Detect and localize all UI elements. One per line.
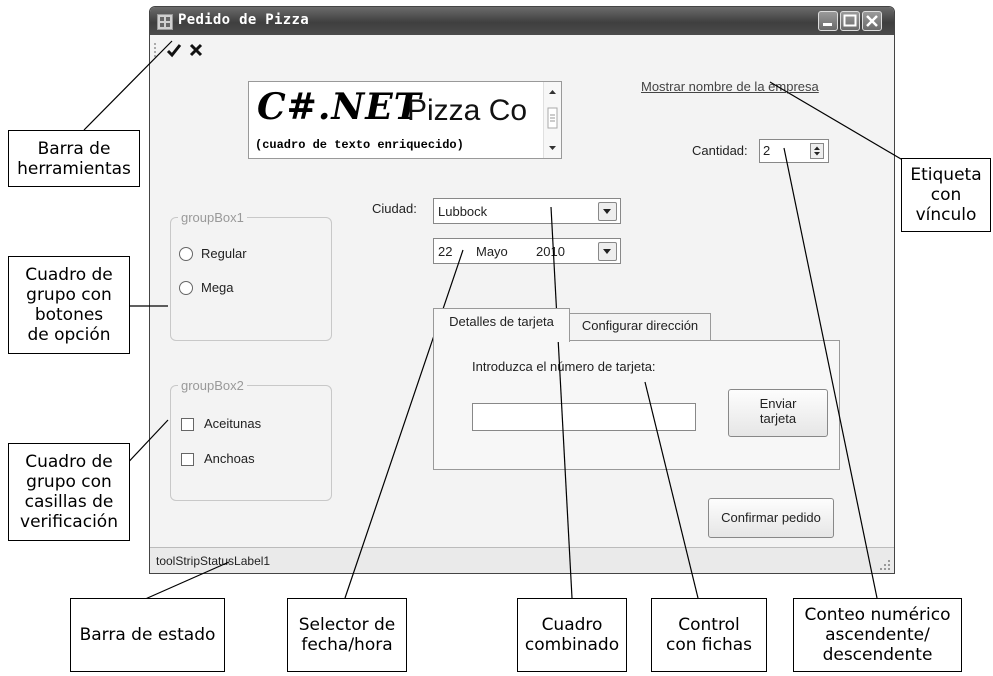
callout-status-bar: Barra de estado [70,598,225,672]
callout-radio-group: Cuadro de grupo con botones de opción [8,256,130,354]
callout-tab-control: Control con fichas [651,598,767,672]
callout-toolbar: Barra de herramientas [8,130,140,187]
callout-combo: Cuadro combinado [517,598,627,672]
callout-date-picker: Selector de fecha/hora [287,598,407,672]
tab-card-details[interactable]: Detalles de tarjeta [433,308,570,342]
callout-link-label: Etiqueta con vínculo [901,158,991,232]
callout-check-group: Cuadro de grupo con casillas de verificaci… [8,443,130,541]
callout-numeric: Conteo numérico ascendente/descendente [793,598,962,672]
